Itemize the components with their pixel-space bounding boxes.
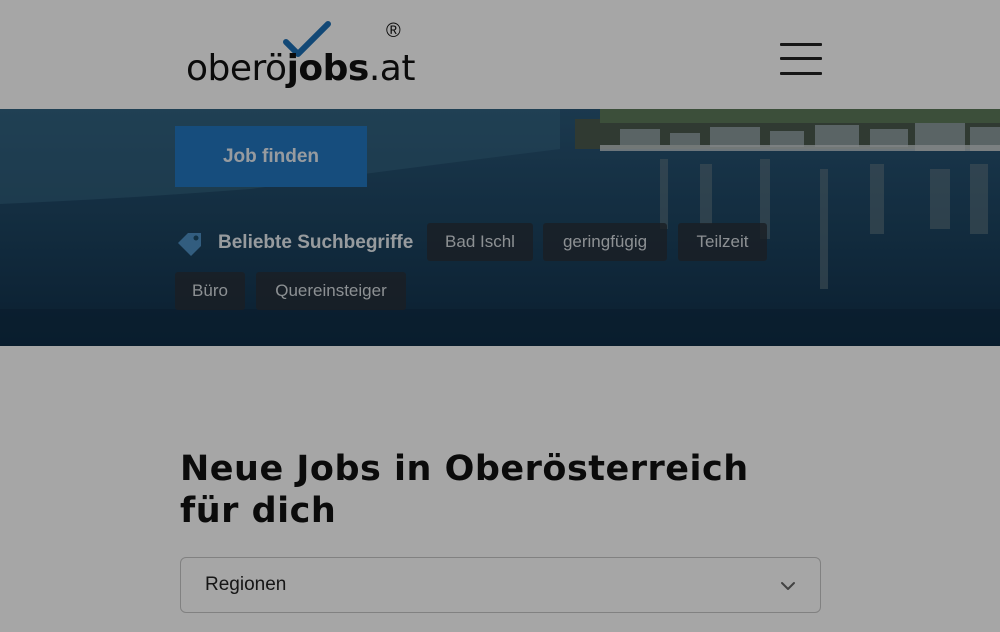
site-header: oberöjobs.at ® (0, 0, 1000, 109)
search-chip-buero[interactable]: Büro (175, 272, 245, 310)
region-select-value: Regionen (205, 574, 287, 595)
search-chip-bad-ischl[interactable]: Bad Ischl (427, 223, 533, 261)
chevron-down-icon (781, 582, 795, 590)
logo-text: oberöjobs.at (186, 48, 415, 89)
hero-banner: Job finden Beliebte Suchbegriffe Bad Isc… (0, 109, 1000, 346)
site-logo[interactable]: oberöjobs.at ® (186, 20, 416, 92)
registered-mark: ® (386, 20, 401, 42)
search-chip-teilzeit[interactable]: Teilzeit (678, 223, 767, 261)
popular-searches-label: Beliebte Suchbegriffe (218, 232, 414, 253)
search-chip-quereinsteiger[interactable]: Quereinsteiger (256, 272, 406, 310)
tag-icon (178, 233, 201, 256)
popular-searches: Beliebte Suchbegriffe (175, 223, 413, 263)
find-job-button[interactable]: Job finden (175, 126, 367, 187)
hamburger-menu-icon[interactable] (780, 40, 822, 78)
page-title: Neue Jobs in Oberösterreich für dich (180, 449, 749, 531)
search-chip-geringfuegig[interactable]: geringfügig (543, 223, 667, 261)
region-select[interactable]: Regionen (180, 557, 821, 613)
